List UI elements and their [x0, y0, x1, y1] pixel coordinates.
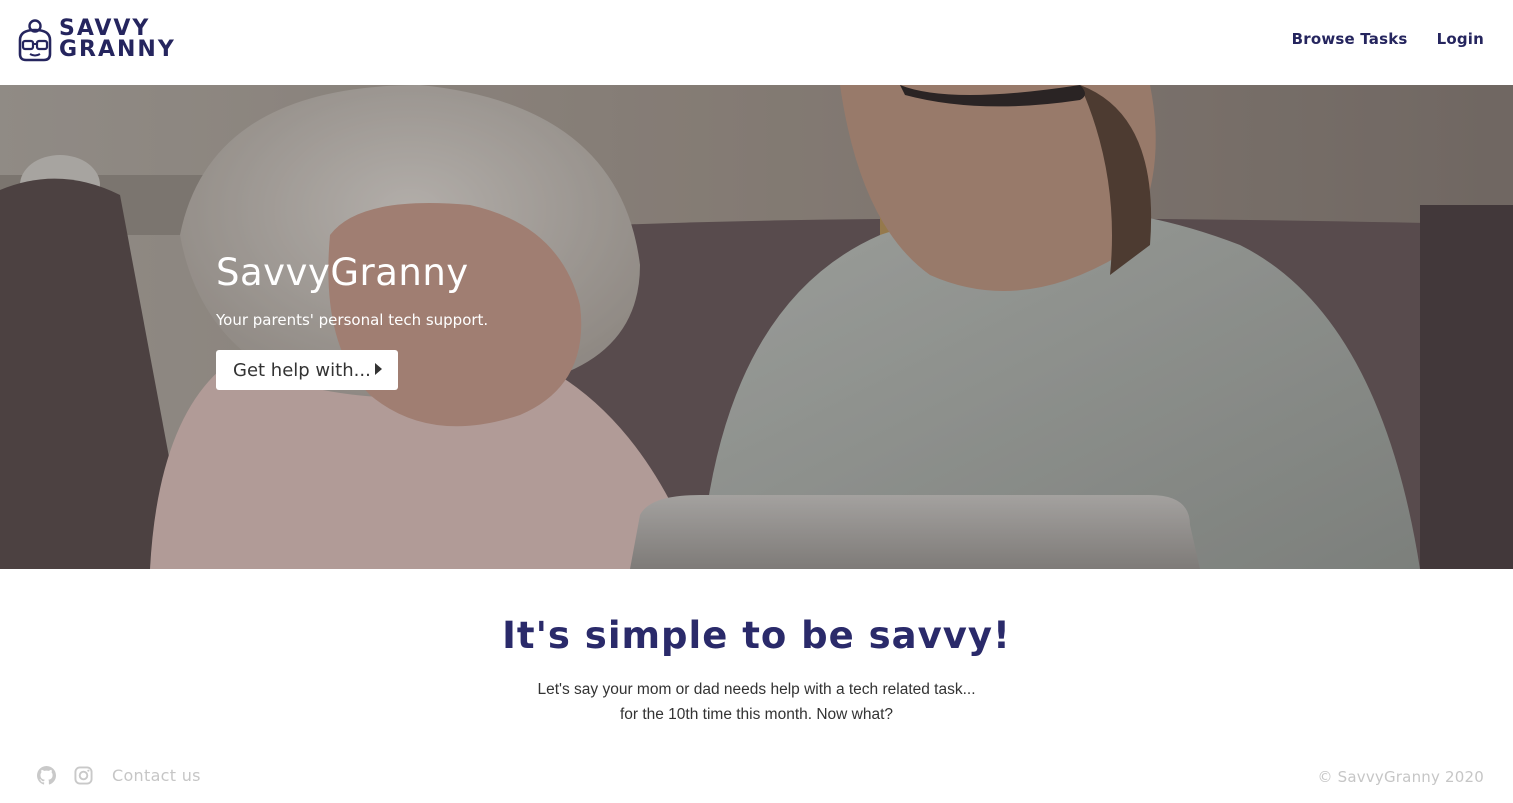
- granny-glasses-icon: [18, 19, 52, 62]
- footer-links: Contact us: [37, 766, 201, 785]
- hero-subtitle: Your parents' personal tech support.: [216, 311, 489, 329]
- get-help-button[interactable]: Get help with...: [216, 350, 398, 390]
- copyright-text: © SavvyGranny 2020: [1317, 768, 1484, 786]
- hero-title: SavvyGranny: [216, 251, 469, 294]
- instagram-icon[interactable]: [74, 766, 93, 785]
- nav-browse-tasks-link[interactable]: Browse Tasks: [1292, 30, 1408, 48]
- logo-line-2: GRANNY: [59, 37, 176, 62]
- section-heading: It's simple to be savvy!: [502, 614, 1011, 657]
- main-nav: Browse Tasks Login: [1292, 30, 1484, 48]
- caret-right-icon: [375, 363, 382, 375]
- section-description-line-1: Let's say your mom or dad needs help wit…: [537, 681, 976, 698]
- contact-us-link[interactable]: Contact us: [112, 766, 201, 785]
- section-description-line-2: for the 10th time this month. Now what?: [619, 706, 894, 723]
- github-icon[interactable]: [37, 766, 56, 785]
- section-description: Let's say your mom or dad needs help wit…: [0, 677, 1513, 727]
- nav-login-link[interactable]: Login: [1437, 30, 1484, 48]
- logo[interactable]: SAVVY GRANNY: [15, 18, 176, 62]
- site-header: SAVVY GRANNY Browse Tasks Login: [0, 0, 1513, 85]
- hero-banner: SavvyGranny Your parents' personal tech …: [0, 85, 1513, 569]
- get-help-button-label: Get help with...: [233, 359, 371, 381]
- logo-wordmark: SAVVY GRANNY: [59, 18, 176, 62]
